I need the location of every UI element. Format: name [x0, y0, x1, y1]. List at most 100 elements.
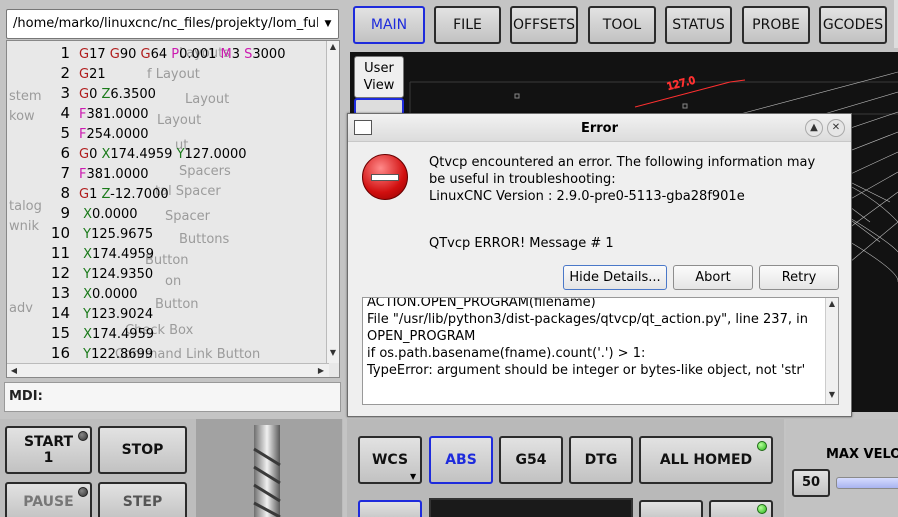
details-line: File "/usr/lib/python3/dist-packages/qtv…: [367, 312, 808, 327]
all-homed-button[interactable]: ALL HOMED: [639, 436, 773, 484]
g54-button[interactable]: G54: [499, 436, 563, 484]
max-velocity-value[interactable]: 50: [792, 469, 830, 497]
line-number: 14: [50, 304, 70, 322]
abort-button[interactable]: Abort: [673, 265, 753, 290]
gcode-token: 3000: [252, 47, 286, 62]
details-line: OPEN_PROGRAM: [367, 329, 476, 344]
tab-offsets[interactable]: OFFSETS: [510, 6, 578, 44]
gcode-text: G21: [79, 67, 106, 82]
gcode-text: X174.4959: [79, 327, 154, 342]
max-velocity-slider[interactable]: [836, 477, 898, 489]
max-velocity-label: MAX VELOC: [826, 447, 898, 462]
details-text[interactable]: ACTION.OPEN_PROGRAM(filename) File "/usr…: [362, 297, 839, 405]
gcode-line[interactable]: 2 G21: [7, 63, 329, 83]
gcode-token: 127.0000: [184, 147, 247, 162]
gcode-token: 21: [89, 67, 106, 82]
tool-image: [196, 419, 342, 517]
gcode-token: X: [79, 247, 93, 262]
details-scrollbar[interactable]: ▲ ▼: [825, 298, 838, 404]
gcode-token: 0.0000: [92, 287, 138, 302]
details-line: TypeError: argument should be integer or…: [367, 363, 806, 378]
gcode-token: 0.001: [179, 47, 221, 62]
stop-button[interactable]: STOP: [98, 426, 187, 474]
retry-button[interactable]: Retry: [759, 265, 839, 290]
dtg-button[interactable]: DTG: [569, 436, 633, 484]
tab-main[interactable]: MAIN: [353, 6, 425, 44]
gcode-line[interactable]: 16 Y122.8699: [7, 343, 329, 363]
gcode-token: 0: [89, 87, 102, 102]
gcode-token: G: [79, 147, 90, 162]
close-icon[interactable]: ✕: [827, 119, 845, 137]
step-button[interactable]: STEP: [98, 482, 187, 517]
gcode-token: M: [220, 47, 232, 62]
gcode-token: 64: [150, 47, 172, 62]
line-number: 13: [50, 284, 70, 302]
line-number: 7: [60, 164, 70, 182]
message-line-3: LinuxCNC Version : 2.9.0-pre0-5113-gba28…: [429, 189, 745, 204]
gcode-line[interactable]: 8 G1 Z-12.7000: [7, 183, 329, 203]
message-line-2: be useful in troubleshooting:: [429, 172, 616, 187]
tab-probe[interactable]: PROBE: [742, 6, 810, 44]
scroll-right-icon[interactable]: ▶: [315, 366, 327, 375]
line-number: 5: [60, 124, 70, 142]
gcode-token: 3: [231, 47, 245, 62]
gcode-line[interactable]: 14 Y123.9024: [7, 303, 329, 323]
scroll-up-icon[interactable]: ▲: [327, 42, 339, 51]
gcode-line[interactable]: 10 Y125.9675: [7, 223, 329, 243]
gcode-text: F254.0000: [79, 127, 149, 142]
gcode-token: 1: [89, 187, 102, 202]
gcode-token: 124.9350: [91, 267, 154, 282]
gcode-token: 123.9024: [91, 307, 154, 322]
gcode-line[interactable]: 9 X0.0000: [7, 203, 329, 223]
gcode-token: X: [79, 207, 93, 222]
line-number: 8: [60, 184, 70, 202]
status-led: [757, 504, 767, 514]
gcode-token: -12.7000: [110, 187, 169, 202]
gcode-line[interactable]: 15 X174.4959: [7, 323, 329, 343]
gcode-token: Y: [79, 227, 92, 242]
gcode-line[interactable]: 5 F254.0000: [7, 123, 329, 143]
start-led: [78, 431, 88, 441]
gcode-text: Y124.9350: [79, 267, 153, 282]
gcode-line[interactable]: 11 X174.4959: [7, 243, 329, 263]
scroll-down-icon[interactable]: ▼: [826, 390, 838, 399]
scroll-up-icon[interactable]: ▲: [826, 299, 838, 308]
line-number: 3: [60, 84, 70, 102]
line-number: 4: [60, 104, 70, 122]
gcode-token: 174.4959: [110, 147, 177, 162]
maximize-icon[interactable]: ▲: [805, 119, 823, 137]
gcode-editor[interactable]: Layouts f Layout Layout Layout ut Spacers tal …: [6, 40, 340, 378]
gcode-line[interactable]: 13 X0.0000: [7, 283, 329, 303]
gcode-line[interactable]: 7 F381.0000: [7, 163, 329, 183]
gcode-token: 125.9675: [91, 227, 154, 242]
dro-button[interactable]: [639, 500, 703, 517]
gcode-line[interactable]: 12 Y124.9350: [7, 263, 329, 283]
tab-status[interactable]: STATUS: [665, 6, 732, 44]
gcode-horizontal-scrollbar[interactable]: ◀ ▶: [7, 363, 329, 377]
dro-row-button[interactable]: [358, 500, 422, 517]
mdi-label: MDI:: [9, 389, 43, 404]
hide-details-button[interactable]: Hide Details...: [563, 265, 667, 290]
gcode-line[interactable]: 4 F381.0000: [7, 103, 329, 123]
gcode-line[interactable]: 1 G17 G90 G64 P0.001 M3 S3000: [7, 43, 329, 63]
gcode-vertical-scrollbar[interactable]: ▲ ▼: [326, 41, 339, 363]
view-select[interactable]: User View: [354, 56, 404, 98]
file-path-combo[interactable]: /home/marko/linuxcnc/nc_files/projekty/l…: [6, 9, 339, 39]
line-number: 12: [50, 264, 70, 282]
gcode-line[interactable]: 3 G0 Z6.3500: [7, 83, 329, 103]
scroll-down-icon[interactable]: ▼: [327, 348, 339, 357]
tab-gcodes[interactable]: GCODES: [819, 6, 887, 44]
gcode-text: G17 G90 G64 P0.001 M3 S3000: [79, 47, 285, 62]
mdi-input[interactable]: MDI:: [4, 382, 341, 412]
gcode-line[interactable]: 6 G0 X174.4959 Y127.0000: [7, 143, 329, 163]
tab-tool[interactable]: TOOL: [588, 6, 656, 44]
gcode-text: G1 Z-12.7000: [79, 187, 169, 202]
tab-file[interactable]: FILE: [434, 6, 501, 44]
line-number: 10: [50, 224, 70, 242]
scroll-left-icon[interactable]: ◀: [8, 366, 20, 375]
line-number: 1: [60, 44, 70, 62]
abs-button[interactable]: ABS: [429, 436, 493, 484]
gcode-token: 381.0000: [86, 107, 149, 122]
gcode-token: G: [109, 47, 120, 62]
error-icon: [362, 154, 408, 200]
